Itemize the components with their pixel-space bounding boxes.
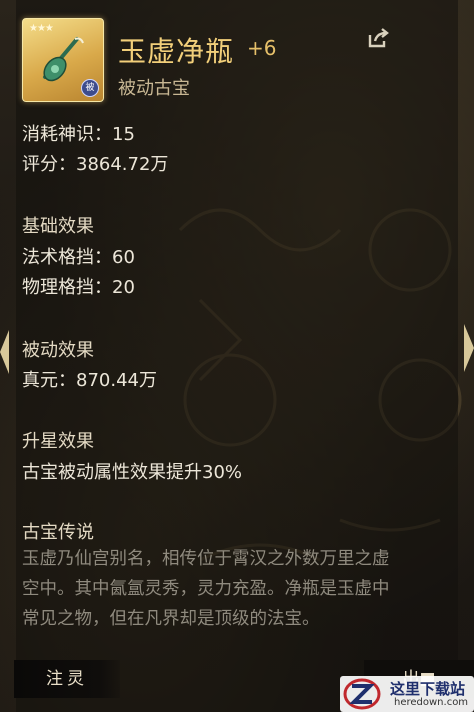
share-icon[interactable] xyxy=(366,26,390,50)
base-effect-heading: 基础效果 xyxy=(22,216,94,237)
next-arrow-icon[interactable] xyxy=(464,324,474,372)
item-name: 玉虚净瓶 xyxy=(118,35,235,68)
lore-line: 空中。其中氤氲灵秀，灵力充盈。净瓶是玉虚中 xyxy=(22,579,390,599)
stat-score-label: 评分： xyxy=(22,154,76,175)
passive-effect-line: 真元：870.44万 xyxy=(22,370,157,391)
star-effect-heading: 升星效果 xyxy=(22,431,94,452)
stat-score-value: 3864.72万 xyxy=(76,154,169,175)
stat-cost: 消耗神识：15 xyxy=(22,120,135,146)
watermark-url: heredown.com xyxy=(394,697,469,708)
infuse-button[interactable]: 注灵 xyxy=(14,660,120,698)
passive-badge: 被 xyxy=(81,79,99,97)
stat-score: 评分：3864.72万 xyxy=(22,150,168,176)
watermark-logo-icon xyxy=(343,678,381,710)
stat-cost-label: 消耗神识： xyxy=(22,124,112,145)
watermark: 这里下载站 heredown.com xyxy=(340,676,474,712)
lore-text: 玉虚乃仙宫别名，相传位于霄汉之外数万里之虚 空中。其中氤氲灵秀，灵力充盈。净瓶是… xyxy=(22,544,452,634)
enhance-level: +6 xyxy=(247,36,277,60)
star-effect-line: 古宝被动属性效果提升30% xyxy=(22,462,243,483)
item-type: 被动古宝 xyxy=(118,78,190,99)
stat-cost-value: 15 xyxy=(112,124,135,145)
base-effect-magic-block: 法术格挡：60 xyxy=(22,247,135,268)
passive-effect-heading: 被动效果 xyxy=(22,340,94,361)
item-icon-frame[interactable]: ★★★ 被 xyxy=(22,18,104,102)
lore-line: 玉虚乃仙宫别名，相传位于霄汉之外数万里之虚 xyxy=(22,549,390,569)
lore-line: 常见之物，但在凡界却是顶级的法宝。 xyxy=(22,609,320,629)
watermark-title: 这里下载站 xyxy=(390,680,466,698)
lore-heading: 古宝传说 xyxy=(22,522,94,543)
prev-arrow-icon[interactable] xyxy=(0,330,9,374)
base-effect-physical-block: 物理格挡：20 xyxy=(22,277,135,298)
